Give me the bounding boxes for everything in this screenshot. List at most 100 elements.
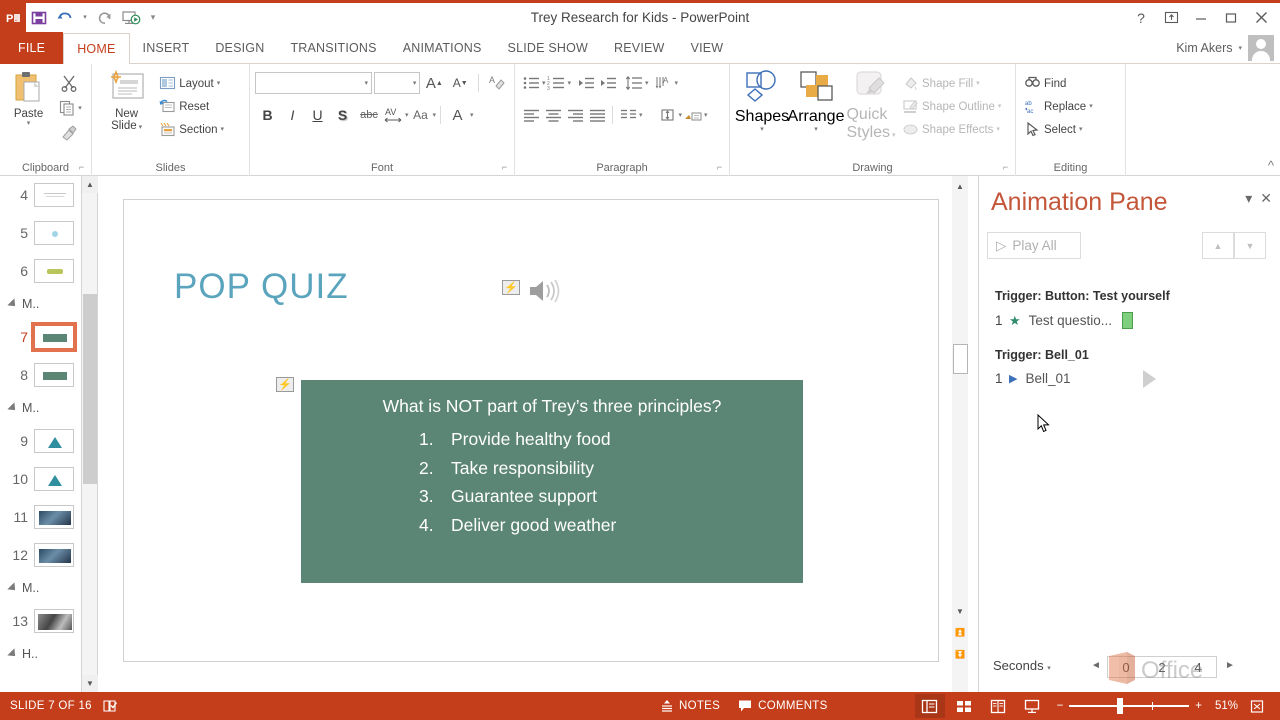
- slide-thumbnail[interactable]: [34, 609, 74, 633]
- section-header[interactable]: M..: [0, 290, 81, 318]
- help-button[interactable]: ?: [1126, 5, 1156, 31]
- slide-indicator[interactable]: SLIDE 7 OF 16: [10, 700, 92, 712]
- decrease-font-size-button[interactable]: A ▼: [448, 71, 472, 95]
- columns-button[interactable]: [617, 104, 639, 126]
- animation-list-item[interactable]: 1 ▶ Bell_01: [995, 369, 1156, 388]
- clipboard-dialog-launcher[interactable]: ⌐: [76, 162, 87, 173]
- slide-thumbnail[interactable]: [34, 467, 74, 491]
- numbering-dropdown-icon[interactable]: ▾: [568, 80, 572, 87]
- collapse-ribbon-icon[interactable]: ^: [1268, 158, 1274, 173]
- tab-home[interactable]: HOME: [63, 33, 130, 65]
- close-icon[interactable]: ✕: [1260, 190, 1272, 207]
- font-name-combo[interactable]: ▾: [255, 72, 373, 94]
- columns-dropdown-icon[interactable]: ▾: [639, 112, 643, 119]
- clear-formatting-button[interactable]: A: [485, 71, 509, 95]
- normal-view-button[interactable]: [914, 694, 945, 718]
- save-button[interactable]: [26, 3, 52, 32]
- tab-slide-show[interactable]: SLIDE SHOW: [495, 32, 602, 64]
- tab-insert[interactable]: INSERT: [130, 32, 203, 64]
- list-item[interactable]: 5: [0, 214, 81, 252]
- list-item[interactable]: 11: [0, 498, 81, 536]
- speaker-icon[interactable]: [527, 276, 563, 311]
- chevron-down-icon[interactable]: ▾: [1245, 190, 1252, 207]
- slide-thumbnail[interactable]: [34, 183, 74, 207]
- character-spacing-button[interactable]: AV: [383, 103, 405, 127]
- slideshow-play-button[interactable]: [1017, 694, 1047, 718]
- layout-button[interactable]: Layout ▾: [156, 72, 244, 95]
- font-color-dropdown-icon[interactable]: ▾: [470, 112, 474, 119]
- zoom-slider-thumb[interactable]: [1117, 698, 1124, 714]
- slide-thumbnail[interactable]: [34, 543, 74, 567]
- decrease-indent-button[interactable]: [575, 72, 597, 94]
- quiz-content-box[interactable]: What is NOT part of Trey’s three princip…: [301, 380, 803, 583]
- new-slide-button[interactable]: New Slide ▾: [107, 68, 147, 132]
- comments-button[interactable]: COMMENTS: [738, 699, 827, 713]
- animation-trigger-badge[interactable]: ⚡: [502, 280, 520, 295]
- section-header[interactable]: M..: [0, 574, 81, 602]
- list-item[interactable]: 6: [0, 252, 81, 290]
- format-painter-button[interactable]: [58, 122, 80, 144]
- section-header[interactable]: M..: [0, 394, 81, 422]
- animation-timeline-bar[interactable]: [1121, 312, 1133, 329]
- start-slideshow-button[interactable]: [118, 3, 144, 32]
- slide-thumbnail[interactable]: [34, 505, 74, 529]
- slide-thumbnail[interactable]: [34, 429, 74, 453]
- tab-design[interactable]: DESIGN: [202, 32, 277, 64]
- close-button[interactable]: [1246, 5, 1276, 31]
- list-item[interactable]: 10: [0, 460, 81, 498]
- minimize-button[interactable]: [1186, 5, 1216, 31]
- list-item[interactable]: 9: [0, 422, 81, 460]
- slide-sorter-button[interactable]: [949, 694, 979, 718]
- list-item[interactable]: 12: [0, 536, 81, 574]
- slide-title[interactable]: POP QUIZ: [174, 267, 349, 307]
- shapes-button[interactable]: Shapes ▾: [735, 68, 789, 133]
- reset-button[interactable]: Reset: [156, 95, 244, 118]
- section-button[interactable]: Section ▾: [156, 118, 244, 141]
- strikethrough-button[interactable]: abc: [355, 103, 383, 127]
- slide-thumbnail-selected[interactable]: [31, 322, 77, 352]
- numbering-button[interactable]: 123: [546, 72, 568, 94]
- move-up-icon[interactable]: ▲: [1202, 232, 1234, 259]
- quick-styles-button[interactable]: Quick Styles ▾: [843, 68, 899, 142]
- move-down-icon[interactable]: ▼: [1234, 232, 1266, 259]
- ribbon-display-options-button[interactable]: [1156, 5, 1186, 31]
- shape-fill-button[interactable]: Shape Fill ▾: [899, 72, 1004, 95]
- timeline-scroll-right[interactable]: ►: [1225, 660, 1235, 671]
- line-spacing-button[interactable]: [623, 72, 645, 94]
- underline-button[interactable]: U: [305, 103, 330, 127]
- cut-button[interactable]: [58, 72, 80, 94]
- avatar[interactable]: [1248, 35, 1274, 61]
- collapse-triangle-icon[interactable]: [7, 648, 19, 660]
- slide-thumbnail[interactable]: [34, 221, 74, 245]
- font-color-button[interactable]: A: [445, 103, 470, 127]
- scrollbar-thumb[interactable]: [953, 344, 968, 374]
- zoom-slider[interactable]: [1069, 698, 1190, 714]
- slide-thumbnail[interactable]: [34, 363, 74, 387]
- thumbnail-scrollbar[interactable]: ▲ ▼: [82, 176, 98, 692]
- list-item[interactable]: 7: [0, 318, 81, 356]
- italic-button[interactable]: I: [280, 103, 305, 127]
- line-spacing-dropdown-icon[interactable]: ▾: [645, 80, 649, 87]
- list-item[interactable]: 13: [0, 602, 81, 640]
- zoom-in-button[interactable]: +: [1195, 700, 1202, 712]
- bold-button[interactable]: B: [255, 103, 280, 127]
- notes-button[interactable]: NOTES: [660, 699, 720, 713]
- previous-slide-button[interactable]: ⏫: [952, 624, 968, 641]
- align-center-button[interactable]: [542, 104, 564, 126]
- shape-effects-button[interactable]: Shape Effects ▾: [899, 118, 1004, 141]
- scroll-up-button[interactable]: ▲: [952, 178, 968, 195]
- chevron-down-icon[interactable]: ▾: [27, 120, 31, 127]
- font-size-combo[interactable]: ▾: [374, 72, 421, 94]
- shape-outline-button[interactable]: Shape Outline ▾: [899, 95, 1004, 118]
- media-timeline-marker[interactable]: [1143, 369, 1156, 388]
- bullets-button[interactable]: [520, 72, 542, 94]
- timeline-scroll-left[interactable]: ◄: [1091, 660, 1101, 671]
- zoom-out-button[interactable]: −: [1057, 700, 1064, 712]
- scroll-down-button[interactable]: ▼: [952, 603, 968, 620]
- arrange-button[interactable]: Arrange ▾: [788, 68, 844, 133]
- find-button[interactable]: Find: [1021, 72, 1120, 95]
- collapse-triangle-icon[interactable]: [7, 298, 19, 310]
- undo-dropdown[interactable]: ▾: [78, 3, 92, 32]
- scrollbar-thumb[interactable]: [83, 294, 97, 484]
- list-item[interactable]: 8: [0, 356, 81, 394]
